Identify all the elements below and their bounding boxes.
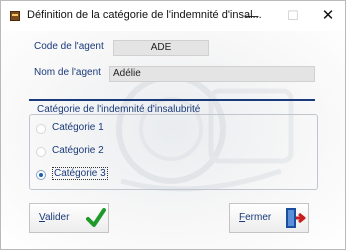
dialog-window: Définition de la catégorie de l'indemnit… bbox=[0, 0, 346, 250]
radio-label[interactable]: Catégorie 2 bbox=[52, 145, 104, 156]
valider-label: Valider bbox=[39, 212, 70, 223]
radio-button[interactable] bbox=[36, 147, 46, 157]
radio-button-selected[interactable] bbox=[36, 170, 46, 180]
code-field[interactable]: ADE bbox=[113, 40, 209, 56]
fermer-button[interactable]: Fermer bbox=[229, 203, 309, 233]
code-label: Code de l'agent bbox=[34, 41, 104, 52]
radio-label[interactable]: Catégorie 1 bbox=[52, 122, 104, 133]
fermer-label: Fermer bbox=[239, 212, 272, 223]
app-icon bbox=[10, 11, 20, 21]
valider-button[interactable]: Valider bbox=[29, 203, 109, 233]
group-separator bbox=[29, 99, 315, 101]
radio-label[interactable]: Catégorie 3 bbox=[52, 167, 108, 180]
nom-label: Nom de l'agent bbox=[34, 67, 101, 78]
dialog-body: Code de l'agent ADE Nom de l'agent Adéli… bbox=[1, 31, 345, 249]
minimize-button[interactable]: — bbox=[237, 5, 267, 27]
exit-door-icon bbox=[286, 208, 306, 228]
nom-field[interactable]: Adélie bbox=[109, 66, 315, 82]
window-title: Définition de la catégorie de l'indemnit… bbox=[27, 9, 262, 21]
maximize-button[interactable]: ☐ bbox=[278, 5, 308, 27]
radio-button[interactable] bbox=[36, 124, 46, 134]
checkmark-icon bbox=[86, 208, 106, 227]
title-bar[interactable]: Définition de la catégorie de l'indemnit… bbox=[1, 1, 345, 31]
close-button[interactable]: ✕ bbox=[313, 5, 343, 27]
